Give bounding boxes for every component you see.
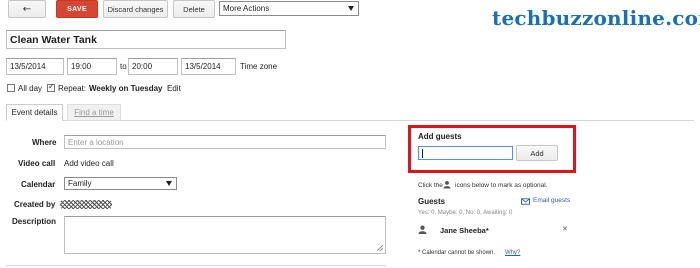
guest-name: Jane Sheeba* [440,226,489,235]
add-guest-button[interactable]: Add [516,145,558,161]
description-textarea[interactable] [64,216,386,254]
start-time-value: 19:00 [71,62,92,71]
calendar-footnote: * Calendar cannot be shown. [418,250,496,256]
where-input[interactable]: Enter a location [64,135,386,149]
event-title-input[interactable]: Clean Water Tank [6,30,286,49]
why-link[interactable]: Why? [505,250,520,256]
chevron-down-icon [348,6,354,11]
resize-handle[interactable] [377,245,383,251]
all-day-checkbox[interactable] [7,84,15,92]
guests-summary: Yes: 0, Maybe: 0, No: 0, Awaiting: 0 [418,210,513,216]
redacted-creator [60,200,112,209]
where-placeholder: Enter a location [68,137,124,147]
watermark: techbuzzonline.com [492,6,700,30]
tab-find-a-time[interactable]: Find a time [67,104,121,121]
event-title-value: Clean Water Tank [10,33,97,46]
video-call-label: Video call [18,159,56,168]
calendar-label: Calendar [21,180,56,189]
close-icon[interactable]: ✕ [562,225,568,233]
mail-icon [521,198,530,205]
end-time-value: 20:00 [132,62,153,71]
time-zone-link[interactable]: Time zone [240,62,277,71]
repeat-edit-link[interactable]: Edit [167,84,181,93]
end-time-input[interactable]: 20:00 [128,58,178,75]
where-label: Where [32,138,57,147]
created-by-label: Created by [14,200,56,209]
description-label: Description [12,217,57,226]
discard-changes-button[interactable]: Discard changes [103,0,168,18]
back-button[interactable]: ← [8,0,46,18]
email-guests-link[interactable]: Email guests [533,197,570,204]
calendar-select[interactable]: Family [64,177,177,190]
add-guests-input[interactable] [418,146,513,160]
delete-button[interactable]: Delete [173,0,215,18]
add-video-call-link[interactable]: Add video call [64,159,114,168]
guest-row: Jane Sheeba* ✕ [418,224,570,236]
save-button[interactable]: SAVE [56,0,98,18]
person-icon [443,180,451,189]
more-actions-select[interactable]: More Actions [219,1,359,16]
arrow-left-icon: ← [22,3,32,15]
repeat-label: Repeat: [58,84,87,93]
person-icon[interactable] [418,225,427,234]
end-date-input[interactable]: 13/5/2014 [181,58,236,75]
tab-event-details[interactable]: Event details [6,104,63,121]
add-guests-title: Add guests [418,132,462,141]
text-cursor [422,148,423,158]
optional-hint-pre: Click the [418,182,443,189]
start-date-value: 13/5/2014 [10,62,46,71]
calendar-value: Family [68,179,92,188]
start-time-input[interactable]: 19:00 [67,58,117,75]
more-actions-label: More Actions [223,4,270,13]
guests-title: Guests [418,197,446,206]
start-date-input[interactable]: 13/5/2014 [6,58,64,75]
to-label: to [120,62,127,71]
bottom-divider [6,265,386,266]
all-day-label: All day [18,84,43,93]
end-date-value: 13/5/2014 [185,62,221,71]
optional-hint-post: icons below to mark as optional. [455,182,548,189]
chevron-down-icon [166,181,172,186]
repeat-value: Weekly on Tuesday [89,84,163,93]
repeat-checkbox[interactable] [47,82,55,92]
